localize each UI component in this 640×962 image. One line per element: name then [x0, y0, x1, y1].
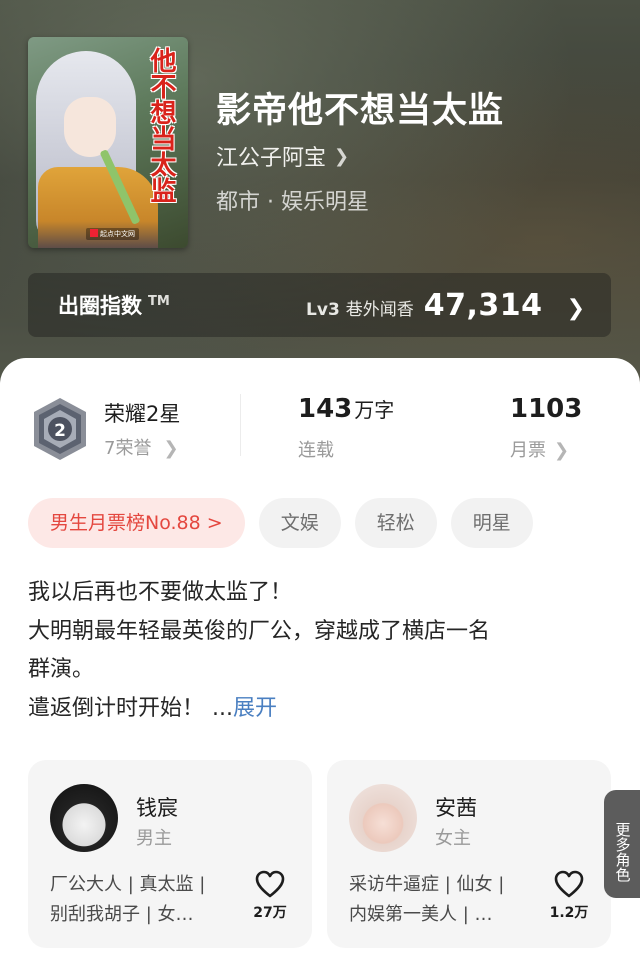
cover-art-face: [64, 97, 116, 157]
synopsis-last-line: 遣返倒计时开始！ ...展开: [28, 695, 278, 721]
character-role: 男主: [136, 828, 172, 849]
like-count: 27万: [253, 905, 287, 921]
chevron-right-icon: ❯: [163, 438, 179, 459]
honor-count-link[interactable]: 7荣誉 ❯: [104, 434, 179, 460]
cover-publisher-logo: 起点中文网: [86, 228, 139, 240]
author-link[interactable]: 江公子阿宝 ❯: [216, 140, 349, 172]
character-card[interactable]: 安茜 女主 采访牛逼症 | 仙女 | 内娱第一美人 | … 1.2万: [327, 760, 611, 948]
word-count: 143 万字: [298, 394, 395, 424]
synopsis-ellipsis: ...: [212, 695, 233, 721]
cover-title: 他不想当太监: [146, 47, 176, 203]
heart-icon: [554, 870, 584, 898]
detail-sheet: 2 荣耀2星 7荣誉 ❯ 143 万字 连载 1103 月票 ❯ 男生月票榜No.88…: [0, 358, 640, 962]
tag-mingxing[interactable]: 明星: [450, 498, 533, 548]
honor-title: 荣耀2星: [104, 402, 181, 426]
tag-list: 男生月票榜No.88 > 文娱 轻松 明星: [28, 498, 533, 548]
synopsis-line: 群演。: [28, 657, 95, 682]
popularity-index-bar[interactable]: 出圈指数 TM Lv3 巷外闻香 47,314 ❯: [28, 273, 611, 337]
stats-row: 2 荣耀2星 7荣誉 ❯ 143 万字 连载 1103 月票 ❯: [0, 358, 640, 478]
tag-wenyu[interactable]: 文娱: [258, 498, 341, 548]
chevron-right-icon: ❯: [554, 440, 570, 461]
honor-badge-icon[interactable]: 2: [30, 396, 90, 462]
character-role: 女主: [435, 828, 471, 849]
heart-icon: [255, 870, 285, 898]
character-card[interactable]: 钱宸 男主 厂公大人 | 真太监 | 别刮我胡子 | 女… 27万: [28, 760, 312, 948]
synopsis: 我以后再也不要做太监了！ 大明朝最年轻最英俊的厂公，穿越成了横店一名 群演。 遣…: [28, 574, 618, 728]
rank-tag[interactable]: 男生月票榜No.88 >: [28, 498, 245, 548]
avatar: [50, 784, 118, 852]
book-title: 影帝他不想当太监: [216, 90, 505, 131]
avatar: [349, 784, 417, 852]
like-count: 1.2万: [549, 905, 589, 921]
svg-text:2: 2: [54, 421, 66, 441]
index-summary: Lv3 巷外闻香 47,314 ❯: [306, 288, 585, 323]
expand-link[interactable]: 展开: [233, 696, 277, 721]
book-cover[interactable]: 他不想当太监 起点中文网: [28, 37, 188, 248]
chevron-right-icon: ❯: [334, 145, 350, 167]
book-genre: 都市 · 娱乐明星: [216, 190, 369, 215]
like-button[interactable]: 1.2万: [549, 870, 589, 922]
index-value: 47,314: [423, 287, 543, 323]
trademark-mark: TM: [148, 294, 170, 309]
index-label: 出圈指数 TM: [58, 294, 170, 318]
character-tags: 厂公大人 | 真太监 | 别刮我胡子 | 女…: [50, 874, 206, 925]
synopsis-line: 大明朝最年轻最英俊的厂公，穿越成了横店一名: [28, 618, 491, 644]
monthly-tickets-count: 1103: [510, 394, 583, 424]
author-name: 江公子阿宝: [216, 146, 327, 171]
stats-divider: [240, 394, 241, 456]
character-name: 钱宸: [136, 796, 178, 820]
synopsis-line: 我以后再也不要做太监了！: [28, 580, 293, 605]
chevron-right-icon: ❯: [566, 295, 585, 321]
index-rank-name: 巷外闻香: [345, 299, 414, 320]
index-level: Lv3: [306, 299, 340, 320]
serial-status: 连载: [298, 440, 334, 461]
monthly-tickets-link[interactable]: 月票 ❯: [510, 436, 569, 462]
like-button[interactable]: 27万: [250, 870, 290, 922]
hero-header: 他不想当太监 起点中文网 影帝他不想当太监 江公子阿宝 ❯ 都市 · 娱乐明星 …: [0, 0, 640, 400]
character-tags: 采访牛逼症 | 仙女 | 内娱第一美人 | …: [349, 874, 505, 925]
more-characters-tab[interactable]: 更多角色: [604, 790, 640, 898]
character-name: 安茜: [435, 796, 477, 820]
tag-qingsong[interactable]: 轻松: [354, 498, 437, 548]
